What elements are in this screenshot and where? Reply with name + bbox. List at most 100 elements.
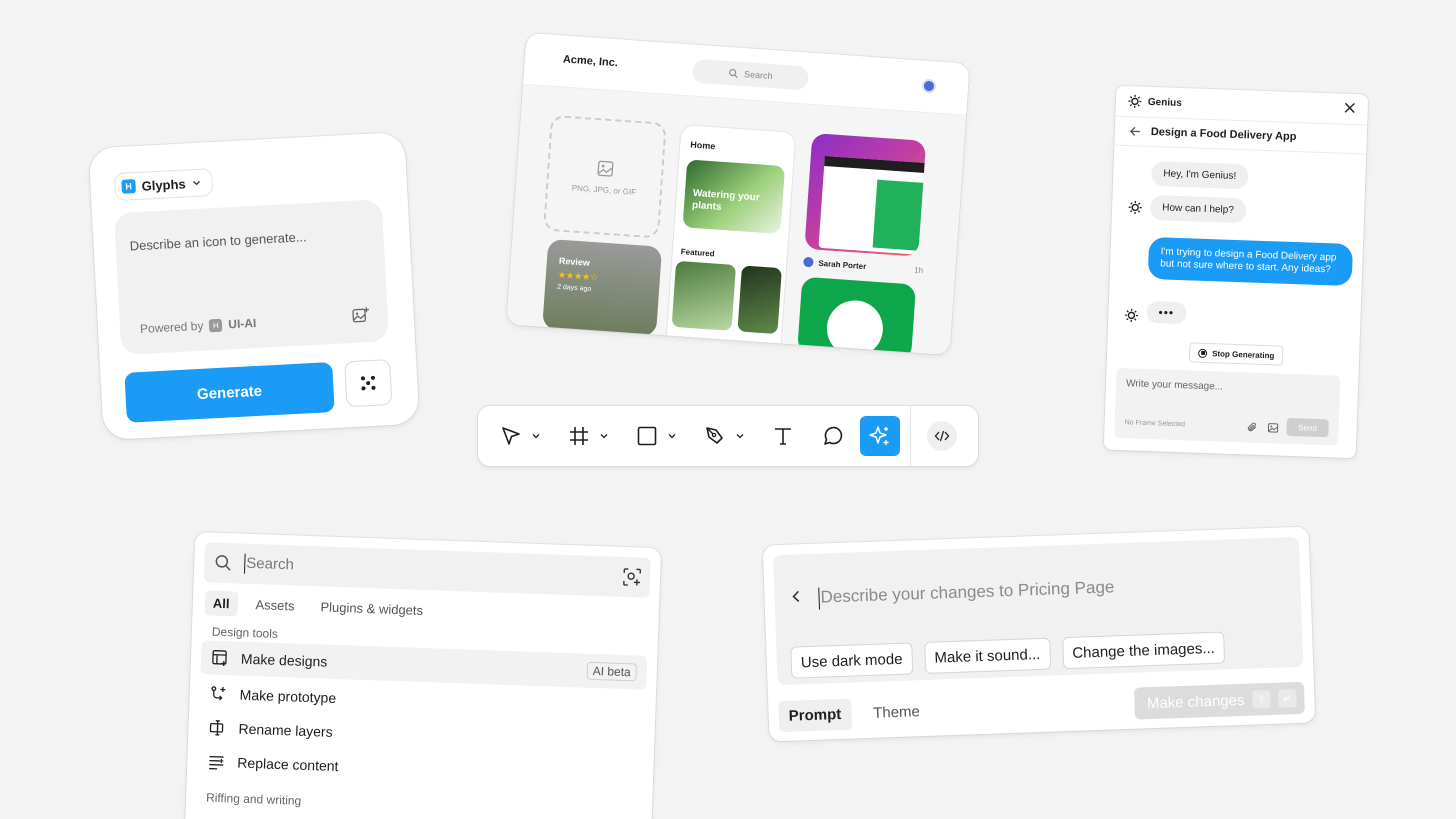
paperclip-icon[interactable] [1246,421,1257,432]
image-add-icon[interactable] [351,306,370,325]
glyph-set-label: Glyphs [141,175,187,194]
powered-by: Powered by H UI-AI [140,316,257,336]
image-icon[interactable] [1267,422,1279,433]
genius-sun-icon [1128,94,1142,108]
assistant-message: Hey, I'm Genius! [1150,160,1249,190]
message-placeholder: Write your message... [1125,378,1224,393]
actions-search-input[interactable]: Search [203,542,651,598]
plant-image: Watering your plants [682,159,786,235]
search-icon [215,555,231,571]
comment-tool[interactable] [816,416,850,456]
back-arrow-icon[interactable] [1129,125,1141,137]
text-icon [775,428,791,445]
rectangle-icon [637,426,657,446]
actions-search-placeholder: Search [246,554,295,574]
section-riffing-writing: Riffing and writing [205,790,302,808]
pen-tool[interactable] [698,416,766,456]
glyph-set-dropdown[interactable]: H Glyphs [113,168,214,202]
avatar[interactable] [921,78,937,94]
typing-indicator: ••• [1146,300,1187,325]
make-designs-icon [212,650,227,667]
design-file-thumbnail[interactable] [804,133,927,257]
review-title: Review [558,255,591,268]
tab-prompt[interactable]: Prompt [778,698,852,732]
editor-window-thumbnail [818,155,927,256]
tools-toolbar [478,406,978,466]
rectangle-tool[interactable] [630,416,698,456]
cursor-arrow-icon [502,427,520,445]
generate-button[interactable]: Generate [124,362,335,423]
move-tool[interactable] [494,416,562,456]
stop-generating-button[interactable]: Stop Generating [1188,342,1284,366]
dice-icon [360,375,376,391]
image-upload-zone[interactable]: PNG, JPG, or GIF [542,114,667,239]
randomize-button[interactable] [344,358,393,408]
send-button[interactable]: Send [1286,417,1329,438]
brand-name: Acme, Inc. [562,53,619,70]
editor-toolbar-thumbnail [824,155,927,174]
scan-selection-icon[interactable] [622,567,643,588]
stop-icon [1198,348,1208,358]
tab-theme[interactable]: Theme [863,695,931,728]
app-icon-thumbnail[interactable] [797,276,917,356]
chip-make-it-sound[interactable]: Make it sound... [923,637,1051,675]
icon-generator-card: H Glyphs Describe an icon to generate...… [88,131,420,441]
attachment-actions [1246,421,1279,433]
tab-all[interactable]: All [204,590,238,617]
actions-tabs: All Assets Plugins & widgets [204,590,431,623]
prototype-icon [211,686,226,701]
prompt-input[interactable]: Describe your changes to Pricing Page Us… [773,536,1304,686]
action-label: Make designs [240,650,328,670]
genius-sun-icon [1124,308,1138,322]
featured-image [671,260,737,331]
frame-status: No Frame Selected [1124,419,1186,429]
chevron-down-icon[interactable] [600,432,608,440]
ai-tool[interactable] [860,416,900,456]
chip-change-images[interactable]: Change the images... [1061,631,1226,670]
leaf-logo-icon [825,298,885,356]
app-search[interactable]: Search [691,58,810,91]
assistant-message: How can I help? [1149,194,1247,224]
prompt-footer: Prompt Theme Make changes ⇧ ↵ [778,681,1305,733]
icon-description-placeholder: Describe an icon to generate... [129,229,307,254]
featured-image [737,265,782,335]
section-design-tools: Design tools [211,624,279,641]
author-name: Sarah Porter [818,258,867,271]
upload-hint: PNG, JPG, or GIF [571,182,637,197]
image-icon [597,160,614,177]
frame-thumbnail [872,179,927,252]
tab-plugins-widgets[interactable]: Plugins & widgets [312,594,431,623]
file-author: Sarah Porter 1h [803,256,923,275]
action-label: Replace content [237,754,339,775]
genius-chat-panel: Genius Design a Food Delivery App Hey, I… [1103,85,1369,459]
mobile-screen-home[interactable]: Home Watering your plants Featured [662,123,797,356]
author-avatar [803,256,814,268]
chip-dark-mode[interactable]: Use dark mode [790,642,914,679]
code-tool[interactable] [927,421,957,451]
powered-by-brand: UI-AI [227,315,257,332]
prompt-changes-panel: Describe your changes to Pricing Page Us… [762,526,1316,742]
design-preview-card: Acme, Inc. Search PNG, JPG, or GIF Home … [506,32,970,356]
action-label: Make prototype [239,686,337,706]
chevron-down-icon[interactable] [668,432,676,440]
chevron-down-icon[interactable] [532,432,540,440]
comment-bubble-icon [824,426,843,445]
chevron-down-icon[interactable] [736,432,744,440]
chevron-left-icon[interactable] [788,588,805,605]
tab-assets[interactable]: Assets [247,592,303,619]
icon-description-input[interactable]: Describe an icon to generate... Powered … [113,199,390,356]
thread-title: Design a Food Delivery App [1150,125,1297,144]
chat-title: Genius [1147,96,1182,109]
rename-layers-icon [209,720,224,736]
close-icon[interactable] [1344,102,1356,114]
sparkles-icon [869,426,889,445]
make-changes-button[interactable]: Make changes ⇧ ↵ [1134,681,1305,720]
review-card[interactable]: Review ★★★★☆ 2 days ago [542,238,663,337]
enter-key-icon: ↵ [1278,689,1297,708]
powered-by-label: Powered by [139,318,204,337]
text-tool[interactable] [766,416,800,456]
frame-tool[interactable] [562,416,630,456]
suggestion-chips: Use dark mode Make it sound... Change th… [790,631,1226,679]
toolbar-divider [910,406,911,466]
message-input[interactable]: Write your message... No Frame Selected … [1114,367,1341,446]
